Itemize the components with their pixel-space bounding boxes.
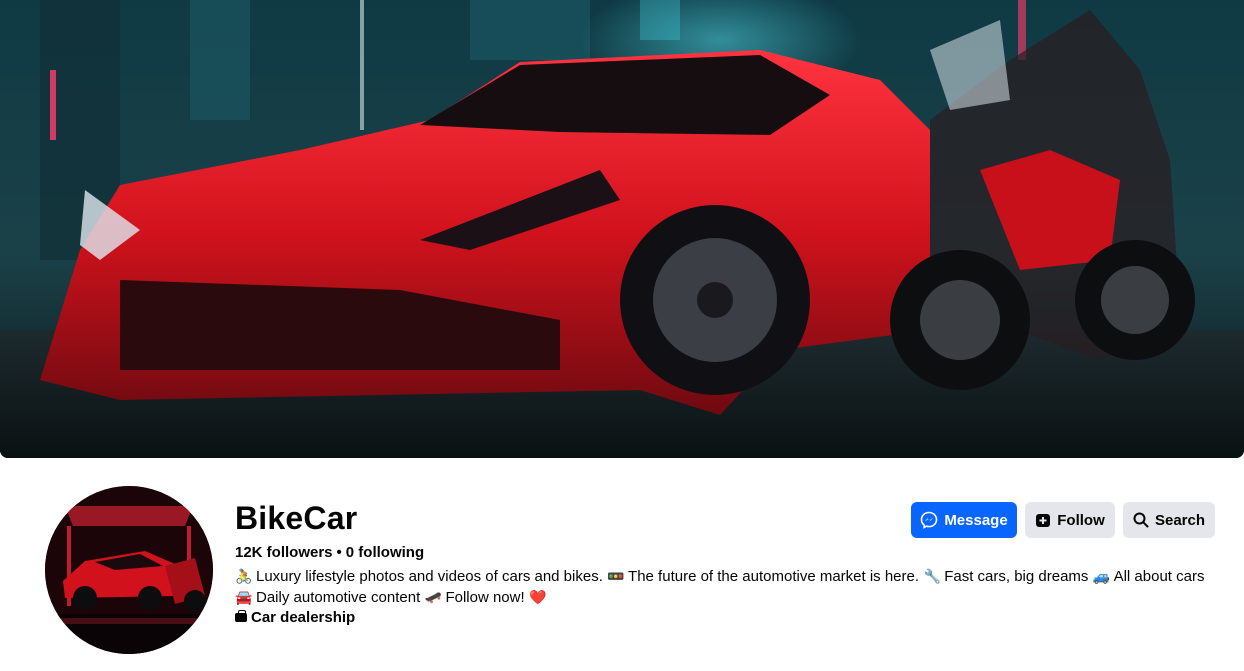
search-label: Search	[1154, 511, 1206, 529]
profile-header: BikeCar 12K followers • 0 following 🚴 Luxur…	[0, 458, 1244, 671]
follow-stats: 12K followers • 0 following	[235, 544, 424, 561]
briefcase-icon	[235, 610, 247, 622]
follow-label: Follow	[1057, 511, 1105, 529]
search-button[interactable]: Search	[1123, 502, 1215, 538]
bio-text-4: All about cars	[1113, 568, 1205, 585]
bio-emoji-3: 🔧	[923, 568, 941, 584]
bio-text-6: Follow now!	[445, 589, 525, 606]
bio-text-1: Luxury lifestyle photos and videos of ca…	[256, 568, 603, 585]
bio-line-1: 🚴 Luxury lifestyle photos and videos of c…	[235, 566, 1225, 587]
message-label: Message	[944, 511, 1008, 529]
cover-photo[interactable]	[0, 0, 1244, 458]
avatar-illustration	[45, 486, 213, 654]
bio: 🚴 Luxury lifestyle photos and videos of c…	[235, 566, 1225, 608]
bio-emoji-4: 🚙	[1092, 568, 1111, 584]
following-count[interactable]: 0 following	[346, 544, 424, 561]
page-category: Car dealership	[235, 609, 355, 626]
follow-plus-icon	[1035, 512, 1051, 528]
bio-emoji-2: 🚥	[607, 568, 625, 584]
page-title: BikeCar	[235, 500, 358, 536]
follow-button[interactable]: Follow	[1025, 502, 1115, 538]
bio-emoji-6: 🛹	[424, 589, 443, 605]
search-icon	[1133, 512, 1149, 528]
bio-emoji-5: 🚘	[235, 589, 253, 605]
stats-separator: •	[336, 544, 342, 561]
category-label[interactable]: Car dealership	[251, 609, 355, 626]
profile-avatar[interactable]	[45, 486, 213, 654]
bio-text-3: Fast cars, big dreams	[944, 568, 1089, 585]
bio-text-2: The future of the automotive market is h…	[628, 568, 920, 585]
bio-emoji-7: ❤️	[529, 589, 547, 605]
bio-line-2: 🚘 Daily automotive content 🛹 Follow now! ❤…	[235, 587, 1225, 608]
messenger-icon	[920, 511, 938, 529]
bio-text-5: Daily automotive content	[256, 589, 421, 606]
followers-count[interactable]: 12K followers	[235, 544, 333, 561]
message-button[interactable]: Message	[911, 502, 1017, 538]
bio-emoji-1: 🚴	[235, 568, 253, 584]
cover-illustration	[0, 0, 1244, 458]
